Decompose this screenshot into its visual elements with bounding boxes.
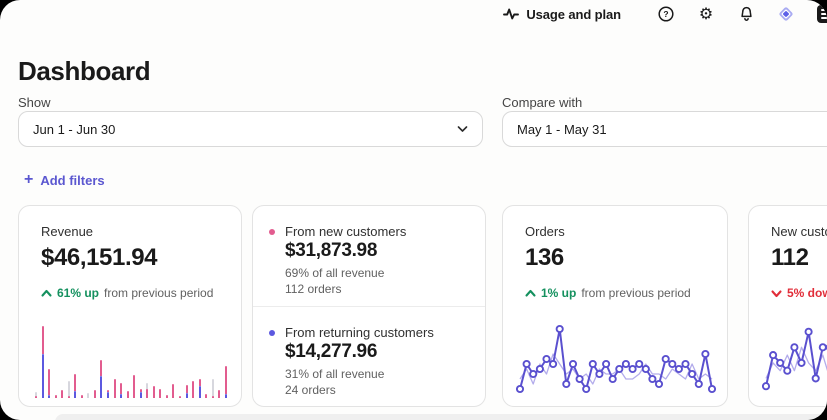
- revenue-card[interactable]: Revenue $46,151.94 61% up from previous …: [18, 205, 242, 407]
- revenue-breakdown-card[interactable]: From new customers $31,873.98 69% of all…: [252, 205, 486, 407]
- trend-up-icon: [525, 289, 536, 298]
- notifications-button[interactable]: [737, 5, 755, 23]
- sidekick-diamond-icon: [777, 5, 795, 23]
- orders-line-chart: [516, 316, 716, 400]
- compare-with-label: Compare with: [502, 95, 582, 110]
- new-customers-line-chart: [762, 316, 827, 400]
- new-customers-title: New customers: [771, 224, 827, 239]
- page-title: Dashboard: [18, 56, 150, 87]
- trend-up-icon: [41, 289, 52, 298]
- show-label: Show: [18, 95, 51, 110]
- sidekick-button[interactable]: [777, 5, 795, 23]
- orders-value: 136: [525, 244, 564, 272]
- bell-icon: [739, 6, 754, 22]
- add-filters-label: Add filters: [40, 173, 104, 188]
- orders-delta-pct: 1% up: [541, 286, 576, 300]
- usage-and-plan-label: Usage and plan: [526, 7, 621, 22]
- new-customers-breakdown: From new customers $31,873.98 69% of all…: [253, 206, 485, 307]
- revenue-title: Revenue: [41, 224, 93, 239]
- revenue-value: $46,151.94: [41, 244, 157, 272]
- revenue-bar-chart: [34, 322, 228, 398]
- orders-title: Orders: [525, 224, 565, 239]
- date-range-select[interactable]: Jun 1 - Jun 30: [18, 111, 483, 147]
- new-customers-label: From new customers: [285, 224, 406, 239]
- usage-and-plan-button[interactable]: Usage and plan: [503, 7, 621, 22]
- orders-delta: 1% up from previous period: [525, 286, 691, 300]
- returning-customers-amount: $14,277.96: [285, 341, 377, 363]
- dashboard-page: Usage and plan ? ⚙: [0, 0, 827, 420]
- settings-button[interactable]: ⚙: [697, 5, 715, 23]
- new-customers-delta: 5% down from previous period: [771, 286, 827, 300]
- returning-customers-orders: 24 orders: [285, 383, 336, 397]
- compare-range-select[interactable]: May 1 - May 31: [502, 111, 827, 147]
- store-avatar-icon[interactable]: [817, 5, 827, 23]
- orders-delta-suffix: from previous period: [581, 286, 690, 300]
- revenue-delta-pct: 61% up: [57, 286, 99, 300]
- topbar: Usage and plan ? ⚙: [0, 0, 827, 28]
- add-filters-button[interactable]: + Add filters: [24, 173, 105, 188]
- trend-down-icon: [771, 289, 782, 298]
- date-range-value: Jun 1 - Jun 30: [33, 122, 115, 137]
- returning-customers-share: 31% of all revenue: [285, 367, 384, 381]
- returning-customers-label: From returning customers: [285, 325, 434, 340]
- new-customers-delta-pct: 5% down: [787, 286, 827, 300]
- revenue-delta-suffix: from previous period: [104, 286, 213, 300]
- help-button[interactable]: ?: [657, 5, 675, 23]
- gear-icon: ⚙: [699, 6, 713, 22]
- chevron-down-icon: [457, 125, 468, 133]
- help-icon: ?: [658, 6, 674, 22]
- orders-card[interactable]: Orders 136 1% up from previous period: [502, 205, 728, 407]
- activity-icon: [503, 7, 519, 21]
- new-customers-amount: $31,873.98: [285, 240, 377, 262]
- new-customers-share: 69% of all revenue: [285, 266, 384, 280]
- plus-icon: +: [24, 172, 33, 188]
- revenue-delta: 61% up from previous period: [41, 286, 213, 300]
- new-customers-card[interactable]: New customers 112 5% down from previous …: [748, 205, 827, 407]
- new-customers-orders: 112 orders: [285, 282, 341, 296]
- svg-text:?: ?: [663, 9, 668, 19]
- new-customers-value: 112: [771, 244, 809, 272]
- returning-customers-dot-icon: [269, 330, 275, 336]
- new-customers-dot-icon: [269, 229, 275, 235]
- returning-customers-breakdown: From returning customers $14,277.96 31% …: [253, 307, 485, 408]
- next-section-edge: [55, 414, 827, 420]
- compare-range-value: May 1 - May 31: [517, 122, 607, 137]
